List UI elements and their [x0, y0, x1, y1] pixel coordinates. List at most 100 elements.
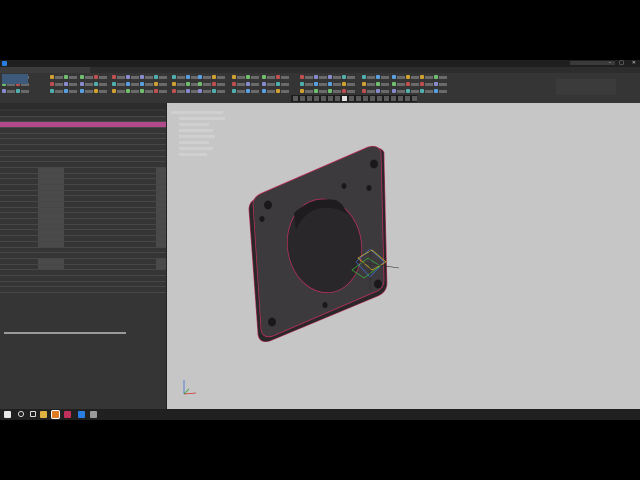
ribbon-tool-icon[interactable] [392, 89, 396, 93]
ribbon-tool-icon[interactable] [406, 75, 410, 79]
ribbon-tool-icon[interactable] [434, 89, 438, 93]
right-tool-panel[interactable] [556, 79, 616, 95]
ribbon-tool-icon[interactable] [172, 89, 176, 93]
ribbon-tool-icon[interactable] [80, 89, 84, 93]
ribbon-tool-icon[interactable] [172, 82, 176, 86]
view-tool-icon[interactable] [384, 96, 389, 101]
ribbon-tool-icon[interactable] [80, 75, 84, 79]
ribbon-tool-icon[interactable] [16, 89, 20, 93]
ribbon-tool-icon[interactable] [420, 89, 424, 93]
ribbon-tool-icon[interactable] [246, 75, 250, 79]
ribbon-tool-icon[interactable] [342, 75, 346, 79]
ribbon-tool-icon[interactable] [112, 82, 116, 86]
ribbon-tool-icon[interactable] [140, 89, 144, 93]
ribbon-tool-icon[interactable] [276, 82, 280, 86]
ribbon-tool-icon[interactable] [362, 89, 366, 93]
view-tool-icon[interactable] [405, 96, 410, 101]
ribbon-tool-icon[interactable] [246, 89, 250, 93]
ribbon-tool-icon[interactable] [198, 89, 202, 93]
view-tool-icon[interactable] [363, 96, 368, 101]
view-tool-icon[interactable] [342, 96, 347, 101]
view-tool-icon[interactable] [314, 96, 319, 101]
ribbon-tool-icon[interactable] [186, 82, 190, 86]
ribbon-tool-icon[interactable] [186, 89, 190, 93]
ribbon-tool-icon[interactable] [406, 82, 410, 86]
app-icon-blue[interactable] [78, 411, 85, 418]
ribbon-tool-icon[interactable] [376, 89, 380, 93]
task-view-icon[interactable] [30, 411, 36, 417]
ribbon-tool-icon[interactable] [328, 89, 332, 93]
app-logo-icon[interactable] [2, 61, 7, 66]
search-icon[interactable] [18, 411, 24, 417]
view-tool-icon[interactable] [349, 96, 354, 101]
minimize-icon[interactable]: – [609, 61, 612, 66]
view-tool-icon[interactable] [307, 96, 312, 101]
view-tool-icon[interactable] [377, 96, 382, 101]
ribbon-tool-icon[interactable] [420, 75, 424, 79]
ribbon-tool-icon[interactable] [420, 82, 424, 86]
view-tool-icon[interactable] [412, 96, 417, 101]
ribbon-tool-icon[interactable] [300, 82, 304, 86]
ribbon-tool-icon[interactable] [198, 82, 202, 86]
app-icon-gray[interactable] [90, 411, 97, 418]
ribbon-tool-icon[interactable] [140, 82, 144, 86]
view-tool-icon[interactable] [391, 96, 396, 101]
ribbon-tool-icon[interactable] [232, 82, 236, 86]
view-tool-icon[interactable] [300, 96, 305, 101]
maximize-icon[interactable]: □ [619, 61, 624, 66]
ribbon-tool-icon[interactable] [140, 75, 144, 79]
3d-viewport[interactable] [167, 103, 640, 409]
ribbon-tool-icon[interactable] [154, 89, 158, 93]
ribbon-tool-icon[interactable] [362, 82, 366, 86]
ribbon-tool-icon[interactable] [342, 82, 346, 86]
ribbon-tool-icon[interactable] [198, 75, 202, 79]
ribbon-tool-icon[interactable] [80, 82, 84, 86]
view-tool-icon[interactable] [328, 96, 333, 101]
horizontal-scrollbar[interactable] [4, 332, 126, 334]
app-icon-kompas[interactable] [64, 411, 71, 418]
view-tool-icon[interactable] [370, 96, 375, 101]
view-tool-icon[interactable] [356, 96, 361, 101]
ribbon-tool-icon[interactable] [112, 89, 116, 93]
ribbon-tool-icon[interactable] [392, 82, 396, 86]
app-icon-orange[interactable] [51, 410, 60, 419]
ribbon-tool-icon[interactable] [434, 82, 438, 86]
ribbon-tool-icon[interactable] [314, 89, 318, 93]
close-icon[interactable]: ✕ [632, 61, 636, 66]
ribbon-tool-icon[interactable] [64, 89, 68, 93]
ribbon-tool-icon[interactable] [392, 75, 396, 79]
ribbon-tool-icon[interactable] [276, 75, 280, 79]
ribbon-tool-icon[interactable] [232, 75, 236, 79]
ribbon-tool-icon[interactable] [232, 89, 236, 93]
ribbon-tool-icon[interactable] [300, 89, 304, 93]
ribbon-tool-icon[interactable] [94, 89, 98, 93]
ribbon-tool-icon[interactable] [186, 75, 190, 79]
windows-start-icon[interactable] [4, 411, 11, 418]
part-model[interactable] [167, 103, 640, 409]
ribbon-tool-icon[interactable] [64, 75, 68, 79]
view-tool-icon[interactable] [335, 96, 340, 101]
ribbon-tool-icon[interactable] [262, 89, 266, 93]
ribbon-tool-icon[interactable] [328, 82, 332, 86]
ribbon-tool-icon[interactable] [300, 75, 304, 79]
ribbon-tool-icon[interactable] [212, 82, 216, 86]
ribbon-tool-icon[interactable] [362, 75, 366, 79]
view-tool-icon[interactable] [293, 96, 298, 101]
ribbon-tool-icon[interactable] [50, 89, 54, 93]
ribbon-tool-icon[interactable] [126, 82, 130, 86]
file-explorer-icon[interactable] [40, 411, 47, 418]
ribbon-tool-icon[interactable] [434, 75, 438, 79]
ribbon-tool-icon[interactable] [314, 82, 318, 86]
ribbon-tool-icon[interactable] [172, 75, 176, 79]
view-tool-icon[interactable] [398, 96, 403, 101]
ribbon-tool-icon[interactable] [376, 75, 380, 79]
ribbon-tool-icon[interactable] [64, 82, 68, 86]
ribbon-tool-icon[interactable] [328, 75, 332, 79]
ribbon-tool-icon[interactable] [262, 82, 266, 86]
ribbon-tool-icon[interactable] [342, 89, 346, 93]
ribbon-tool-icon[interactable] [406, 89, 410, 93]
ribbon-tool-icon[interactable] [154, 82, 158, 86]
ribbon-tool-icon[interactable] [126, 75, 130, 79]
ribbon-tool-icon[interactable] [50, 75, 54, 79]
ribbon-tool-icon[interactable] [94, 75, 98, 79]
